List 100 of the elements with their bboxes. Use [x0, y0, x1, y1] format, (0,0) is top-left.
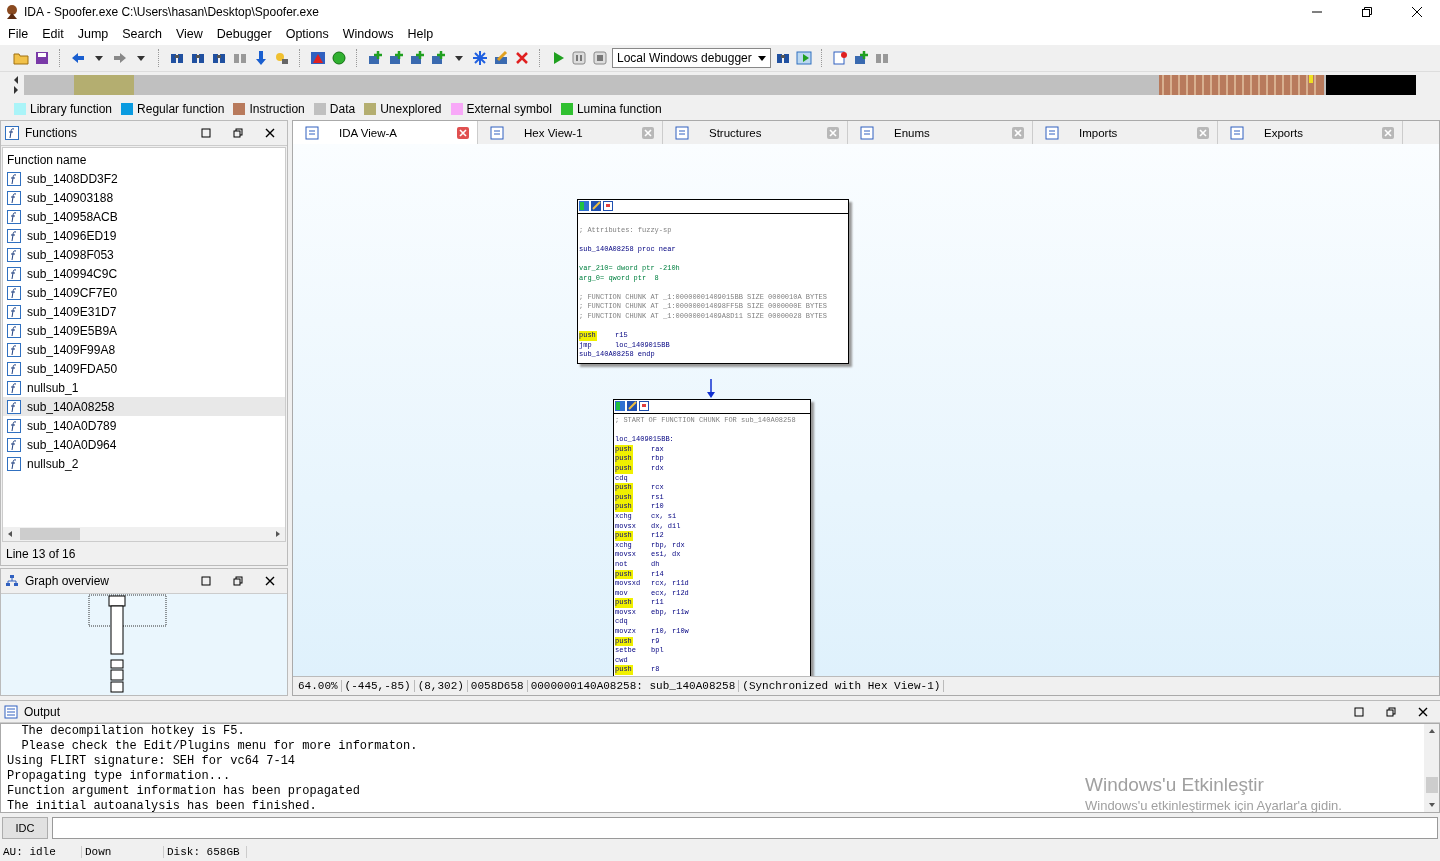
navigation-band[interactable] [24, 75, 1416, 95]
warning-icon[interactable] [309, 49, 327, 67]
restore-icon[interactable] [1362, 6, 1372, 17]
scrollbar-thumb[interactable] [20, 528, 80, 540]
caret-icon[interactable] [757, 54, 766, 62]
function-item[interactable]: sub_1408DD3F2 [3, 169, 285, 188]
close-icon[interactable] [1412, 6, 1422, 17]
output-line: Propagating type information... [7, 769, 231, 785]
menu-item[interactable]: Jump [71, 27, 117, 41]
function-item[interactable]: nullsub_1 [3, 378, 285, 397]
function-item[interactable]: sub_140958ACB [3, 207, 285, 226]
menu-item[interactable]: Windows [336, 27, 402, 41]
pencil-icon[interactable] [627, 401, 637, 411]
graph-icon [5, 574, 19, 588]
function-item[interactable]: sub_140994C9C [3, 264, 285, 283]
right-arrow-icon[interactable] [274, 530, 282, 538]
menu-item[interactable]: View [169, 27, 211, 41]
pencil-icon[interactable] [591, 201, 601, 211]
function-item[interactable]: sub_1409E5B9A [3, 321, 285, 340]
add-data-icon[interactable] [387, 49, 405, 67]
function-item[interactable]: sub_1409E31D7 [3, 302, 285, 321]
function-icon [7, 361, 21, 376]
menu-item[interactable]: Debugger [210, 27, 280, 41]
add-string-icon[interactable] [429, 49, 447, 67]
function-icon [7, 285, 21, 300]
function-icon [7, 399, 21, 414]
activation-title: Windows'u Etkinleştir [1085, 774, 1265, 797]
add-text-icon[interactable] [408, 49, 426, 67]
circle-icon[interactable] [330, 49, 348, 67]
window-title: IDA - Spoofer.exe C:\Users\hasan\Desktop\Spoofer.exe [24, 4, 319, 19]
function-item[interactable]: sub_14098F053 [3, 245, 285, 264]
float-icon[interactable] [233, 128, 243, 138]
function-item[interactable]: sub_1409F99A8 [3, 340, 285, 359]
float-icon[interactable] [233, 576, 243, 586]
code-block[interactable] [577, 199, 849, 364]
function-item[interactable]: sub_1409CF7E0 [3, 283, 285, 302]
status-field: (Synchronized with Hex View-1) [739, 680, 945, 692]
document-icon [305, 125, 319, 140]
group-icon[interactable] [639, 401, 649, 411]
close-icon[interactable] [1418, 706, 1428, 717]
menu-item[interactable]: Options [279, 27, 337, 41]
function-icon [7, 323, 21, 338]
debugger-dropdown[interactable]: Local Windows debugger [612, 48, 771, 68]
stop-icon[interactable] [591, 49, 609, 67]
vertical-scrollbar[interactable] [1424, 724, 1439, 813]
group-icon[interactable] [603, 201, 613, 211]
scroll-arrows-icon[interactable] [12, 74, 20, 96]
legend-label: Regular function [137, 102, 225, 116]
scrollbar-thumb[interactable] [1425, 777, 1438, 794]
app-icon [4, 3, 20, 20]
status-field: AU: idle [0, 845, 82, 858]
function-icon [7, 380, 21, 395]
function-item[interactable]: sub_14096ED19 [3, 226, 285, 245]
menu-item[interactable]: File [2, 27, 37, 41]
function-icon [7, 266, 21, 281]
command-field[interactable] [52, 816, 1438, 839]
function-item[interactable]: sub_140A0D964 [3, 435, 285, 454]
close-icon[interactable] [265, 576, 275, 586]
step-icon[interactable] [794, 49, 813, 67]
menu-item[interactable]: Help [401, 27, 442, 41]
float-icon[interactable] [1386, 706, 1396, 717]
graph-overview-drawing[interactable] [88, 594, 168, 694]
document-icon [1045, 125, 1059, 140]
close-icon[interactable] [265, 128, 275, 138]
pause-icon[interactable] [570, 49, 588, 67]
status-field: (-445,-85) [341, 680, 415, 692]
legend-label: Library function [30, 102, 113, 116]
breakpoints-icon[interactable] [830, 49, 849, 67]
function-item[interactable]: sub_140903188 [3, 188, 285, 207]
function-item[interactable]: sub_1409FDA50 [3, 359, 285, 378]
add-code-icon[interactable] [366, 49, 384, 67]
maximize-icon[interactable] [201, 576, 211, 586]
document-icon [490, 125, 504, 140]
color-icon[interactable] [579, 201, 589, 211]
column-header[interactable]: Function name [3, 148, 285, 169]
menu-item[interactable]: Search [116, 27, 170, 41]
function-item[interactable]: nullsub_2 [3, 454, 285, 473]
maximize-icon[interactable] [201, 128, 211, 138]
legend-label: Lumina function [576, 102, 662, 116]
function-item[interactable]: sub_140A0D789 [3, 416, 285, 435]
horizontal-scrollbar[interactable] [3, 527, 285, 541]
save-icon[interactable] [33, 49, 51, 67]
function-item[interactable]: sub_140A08258 [3, 397, 285, 416]
pencil-icon[interactable] [492, 49, 510, 67]
flow-arrow [707, 379, 715, 399]
function-icon [7, 418, 21, 433]
code-block[interactable] [613, 399, 811, 676]
language-button[interactable]: IDC [2, 816, 48, 839]
document-icon [1230, 125, 1244, 140]
left-arrow-icon[interactable] [6, 530, 14, 538]
menu-item[interactable]: Edit [36, 27, 72, 41]
legend-label: Unexplored [380, 102, 442, 116]
color-icon[interactable] [615, 401, 625, 411]
asterisk-icon[interactable] [471, 49, 489, 67]
maximize-icon[interactable] [1354, 706, 1364, 717]
status-field: 0058D658 [467, 680, 528, 692]
up-arrow-icon[interactable] [1427, 727, 1436, 736]
view-tab[interactable]: IDA View-A [293, 121, 478, 144]
output-line: The initial autoanalysis has been finished. [7, 799, 317, 815]
output-icon [4, 704, 18, 719]
